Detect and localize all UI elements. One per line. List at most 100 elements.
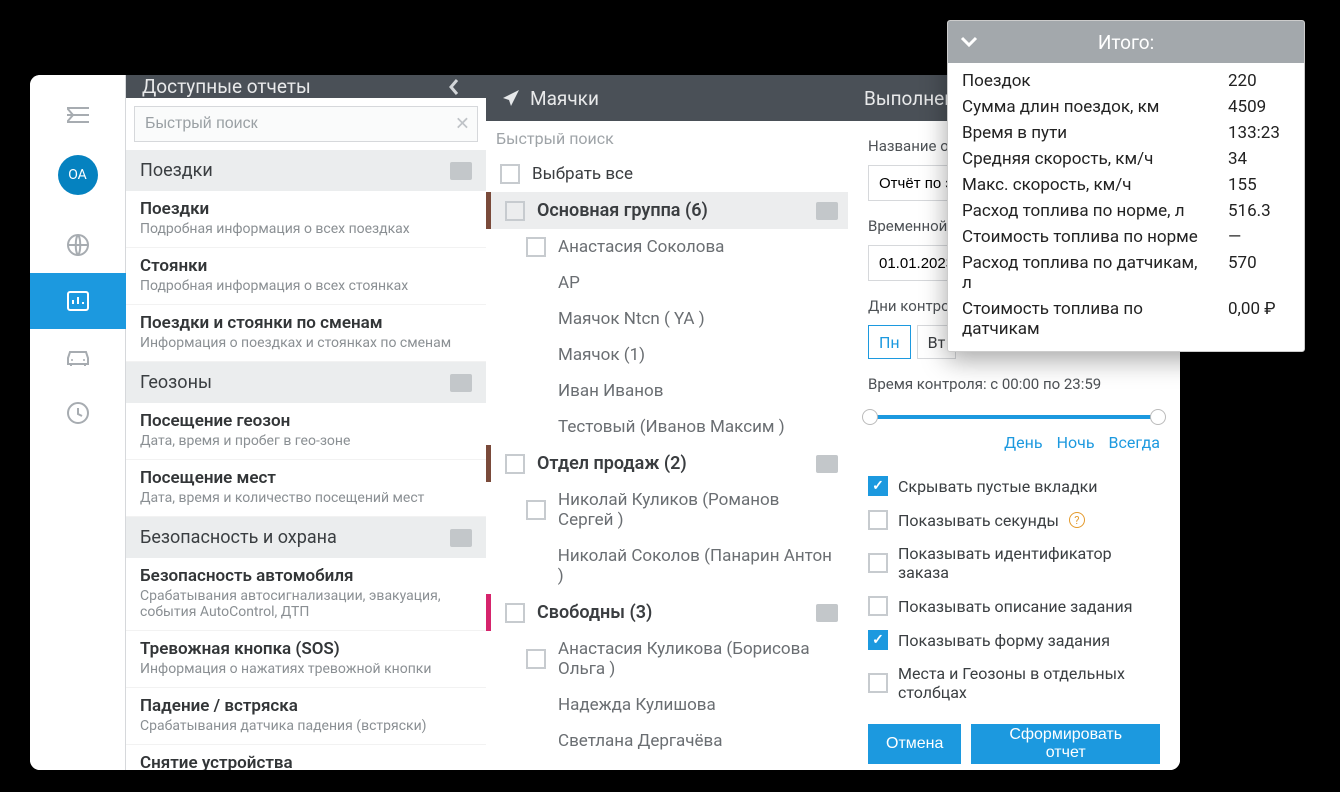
option-checkbox[interactable]: [868, 476, 888, 496]
option-checkbox[interactable]: [868, 553, 888, 573]
summary-header: Итого:: [948, 21, 1304, 63]
report-item[interactable]: Тревожная кнопка (SOS)Информация о нажат…: [126, 631, 486, 688]
car-icon[interactable]: [30, 329, 126, 385]
option-row[interactable]: Показывать форму задания: [868, 630, 1160, 650]
select-all-checkbox[interactable]: [500, 164, 520, 184]
tracker-checkbox[interactable]: [526, 237, 546, 257]
summary-label: Стоимость топлива по датчикам: [962, 299, 1202, 339]
tracker-label: Маячок Ntcn ( YA ): [558, 309, 705, 329]
option-checkbox[interactable]: [868, 596, 888, 616]
summary-title: Итого:: [1098, 31, 1154, 54]
option-checkbox[interactable]: [868, 510, 888, 530]
time-preset[interactable]: День: [1004, 433, 1042, 452]
option-row[interactable]: Показывать описание задания: [868, 596, 1160, 616]
report-item-desc: Подробная информация о всех стоянках: [140, 278, 472, 294]
option-checkbox[interactable]: [868, 673, 888, 693]
tracker-item[interactable]: Иван Иванов: [486, 373, 848, 409]
report-item[interactable]: СтоянкиПодробная информация о всех стоян…: [126, 248, 486, 305]
nav-sidebar: ОА: [30, 75, 126, 770]
summary-label: Стоимость топлива по норме: [962, 227, 1198, 247]
report-item[interactable]: Безопасность автомобиляСрабатывания авто…: [126, 558, 486, 631]
report-category[interactable]: Геозоны: [126, 362, 486, 403]
group-checkbox[interactable]: [505, 603, 525, 623]
tracker-item[interactable]: Надежда Кулишова: [486, 687, 848, 723]
tracker-item[interactable]: Тестовый (Иванов Максим ): [486, 409, 848, 445]
report-item-desc: Подробная информация о всех поездках: [140, 221, 472, 237]
group-icon: [816, 604, 838, 622]
submit-button[interactable]: Сформировать отчет: [971, 724, 1160, 764]
tracker-item[interactable]: Маячок (1): [486, 337, 848, 373]
tracker-group[interactable]: Отдел продаж (2): [486, 445, 848, 482]
summary-label: Поездок: [962, 71, 1031, 91]
group-label: Свободны (3): [537, 602, 652, 623]
menu-toggle-icon[interactable]: [30, 87, 126, 143]
slider-handle-end[interactable]: [1150, 409, 1166, 425]
report-item-title: Тревожная кнопка (SOS): [140, 639, 472, 659]
tracker-item[interactable]: АР: [486, 265, 848, 301]
report-item[interactable]: Поездки и стоянки по сменамИнформация о …: [126, 305, 486, 362]
tracker-label: Тестовый (Иванов Максим ): [558, 417, 785, 437]
tracker-item[interactable]: Николай Куликов (Романов Сергей ): [486, 482, 848, 538]
summary-value: 516.3: [1220, 201, 1290, 221]
summary-value: 133:23: [1220, 123, 1290, 143]
summary-row: Время в пути133:23: [962, 123, 1290, 143]
summary-value: 220: [1220, 71, 1290, 91]
globe-icon[interactable]: [30, 217, 126, 273]
report-item-desc: Дата, время и количество посещений мест: [140, 490, 472, 506]
category-icon: [450, 162, 472, 180]
control-time-label: Время контроля: с 00:00 по 23:59: [868, 375, 1160, 393]
report-item[interactable]: Посещение местДата, время и количество п…: [126, 460, 486, 517]
tracker-checkbox[interactable]: [526, 649, 546, 669]
tracker-group[interactable]: Основная группа (6): [486, 192, 848, 229]
day-toggle[interactable]: Пн: [868, 325, 911, 359]
location-icon: [502, 89, 530, 107]
tracker-item[interactable]: Маячок Ntcn ( YA ): [486, 301, 848, 337]
option-row[interactable]: Места и Геозоны в отдельных столбцах: [868, 664, 1160, 702]
reports-icon[interactable]: [30, 273, 126, 329]
cancel-button[interactable]: Отмена: [868, 724, 961, 764]
time-slider[interactable]: [868, 415, 1160, 419]
collapse-left-icon[interactable]: [448, 78, 470, 96]
reports-pane: Доступные отчеты ✕ ПоездкиПоездкиПодробн…: [126, 75, 486, 770]
trackers-search-input[interactable]: Быстрый поиск: [486, 121, 848, 156]
chevron-down-icon[interactable]: [960, 36, 978, 48]
report-item-desc: Срабатывания автосигнализации, эвакуация…: [140, 588, 472, 620]
tracker-group[interactable]: Свободны (3): [486, 594, 848, 631]
tracker-item[interactable]: Светлана Дергачёва: [486, 723, 848, 759]
tracker-item[interactable]: Анастасия Куликова (Борисова Ольга ): [486, 631, 848, 687]
report-item[interactable]: Посещение геозонДата, время и пробег в г…: [126, 403, 486, 460]
clock-icon[interactable]: [30, 385, 126, 441]
group-checkbox[interactable]: [505, 454, 525, 474]
option-row[interactable]: Показывать секунды?: [868, 510, 1160, 530]
tracker-checkbox[interactable]: [526, 500, 546, 520]
option-checkbox[interactable]: [868, 630, 888, 650]
trackers-list: Основная группа (6) Анастасия Соколова АР М…: [486, 192, 848, 759]
time-preset[interactable]: Всегда: [1109, 433, 1160, 452]
summary-row: Поездок 220: [962, 71, 1290, 91]
tracker-label: Анастасия Соколова: [558, 237, 724, 257]
report-category[interactable]: Поездки: [126, 150, 486, 191]
report-item[interactable]: Падение / встряскаСрабатывания датчика п…: [126, 688, 486, 745]
group-label: Основная группа (6): [537, 200, 708, 221]
summary-row: Расход топлива по датчикам, л570: [962, 253, 1290, 293]
avatar[interactable]: ОА: [58, 155, 98, 195]
report-item[interactable]: Снятие устройства: [126, 745, 486, 770]
tracker-item[interactable]: Николай Соколов (Панарин Антон ): [486, 538, 848, 594]
category-icon: [450, 374, 472, 392]
slider-handle-start[interactable]: [862, 409, 878, 425]
reports-search-input[interactable]: [134, 106, 478, 142]
group-checkbox[interactable]: [505, 201, 525, 221]
group-icon: [816, 202, 838, 220]
clear-icon[interactable]: ✕: [455, 114, 470, 135]
report-item[interactable]: ПоездкиПодробная информация о всех поезд…: [126, 191, 486, 248]
tracker-label: Светлана Дергачёва: [558, 731, 723, 751]
time-preset[interactable]: Ночь: [1057, 433, 1095, 452]
option-row[interactable]: Показывать идентификатор заказа: [868, 544, 1160, 582]
summary-value: 34: [1220, 149, 1290, 169]
report-category[interactable]: Безопасность и охрана: [126, 517, 486, 558]
tracker-item[interactable]: Анастасия Соколова: [486, 229, 848, 265]
help-icon[interactable]: ?: [1069, 512, 1085, 528]
option-row[interactable]: Скрывать пустые вкладки: [868, 476, 1160, 496]
option-label: Показывать секунды: [898, 511, 1059, 530]
select-all-row[interactable]: Выбрать все: [486, 156, 848, 192]
